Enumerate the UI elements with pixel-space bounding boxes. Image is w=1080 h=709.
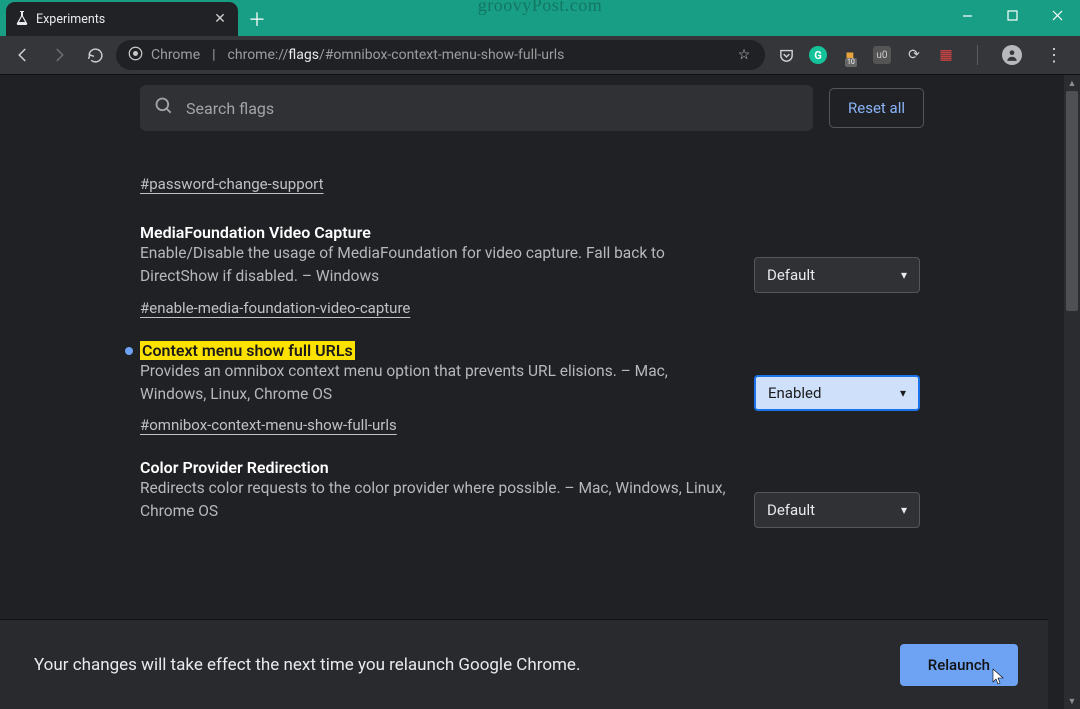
flag-title: Context menu show full URLs bbox=[140, 341, 355, 360]
flag-control-area: Default ▾ bbox=[754, 458, 924, 528]
select-value: Default bbox=[767, 501, 815, 519]
page-content: ▲ ▼ Reset all #password-change-support Me… bbox=[0, 75, 1080, 709]
mouse-cursor-icon bbox=[992, 668, 1006, 690]
flag-description: Enable/Disable the usage of MediaFoundat… bbox=[140, 242, 734, 289]
flags-list: #password-change-support MediaFoundation … bbox=[0, 141, 1064, 648]
flag-title: MediaFoundation Video Capture bbox=[140, 223, 371, 242]
minimize-button[interactable] bbox=[945, 0, 990, 30]
flag-state-select[interactable]: Default ▾ bbox=[754, 492, 920, 528]
browser-menu-button[interactable]: ⋮ bbox=[1042, 45, 1066, 66]
changed-indicator-icon bbox=[125, 347, 133, 355]
search-icon bbox=[154, 96, 174, 120]
flag-description-area: Context menu show full URLsProvides an o… bbox=[140, 341, 734, 435]
flag-description-area: Color Provider RedirectionRedirects colo… bbox=[140, 458, 734, 528]
flag-description: Redirects color requests to the color pr… bbox=[140, 477, 734, 524]
chevron-down-icon: ▾ bbox=[900, 386, 906, 400]
flag-control-area bbox=[754, 165, 924, 199]
flag-state-select[interactable]: Enabled ▾ bbox=[754, 375, 920, 411]
reset-all-button[interactable]: Reset all bbox=[829, 88, 924, 128]
back-button[interactable] bbox=[8, 40, 38, 70]
watermark-text: groovyPost.com bbox=[478, 0, 603, 16]
flask-icon bbox=[16, 10, 28, 29]
browser-toolbar: Chrome | chrome://flags/#omnibox-context… bbox=[0, 36, 1080, 75]
search-flags-input[interactable] bbox=[186, 99, 799, 118]
scrollbar-track[interactable]: ▲ ▼ bbox=[1064, 75, 1080, 709]
flag-item: Color Provider RedirectionRedirects colo… bbox=[140, 434, 924, 528]
new-tab-button[interactable]: ＋ bbox=[242, 4, 272, 34]
extensions-area: G ■10 u0 ⟳ ▦ ⋮ bbox=[771, 45, 1072, 66]
flag-state-select[interactable]: Default ▾ bbox=[754, 257, 920, 293]
relaunch-bar: Your changes will take effect the next t… bbox=[0, 619, 1048, 709]
search-flags-box[interactable] bbox=[140, 85, 813, 131]
select-value: Default bbox=[767, 266, 815, 284]
scroll-down-arrow[interactable]: ▼ bbox=[1064, 693, 1080, 709]
chevron-down-icon: ▾ bbox=[901, 268, 907, 282]
flag-description: Provides an omnibox context menu option … bbox=[140, 360, 734, 407]
relaunch-button[interactable]: Relaunch bbox=[900, 644, 1018, 686]
maximize-button[interactable] bbox=[990, 0, 1035, 30]
close-window-button[interactable] bbox=[1035, 0, 1080, 30]
window-controls bbox=[945, 0, 1080, 30]
flags-header: Reset all bbox=[0, 75, 1064, 141]
flag-item: #password-change-support bbox=[140, 141, 924, 199]
flag-description-area: #password-change-support bbox=[140, 165, 734, 199]
reload-button[interactable] bbox=[80, 40, 110, 70]
close-tab-icon[interactable]: ✕ bbox=[212, 11, 228, 27]
flag-item: MediaFoundation Video CaptureEnable/Disa… bbox=[140, 199, 924, 317]
forward-button[interactable] bbox=[44, 40, 74, 70]
toolbar-divider bbox=[977, 45, 978, 65]
flag-item: Context menu show full URLsProvides an o… bbox=[140, 317, 924, 435]
flag-hash-link[interactable]: #password-change-support bbox=[140, 175, 324, 193]
devtools-extension-icon[interactable]: ⟳ bbox=[905, 46, 923, 64]
flag-title: Color Provider Redirection bbox=[140, 458, 329, 477]
flag-control-area: Default ▾ bbox=[754, 223, 924, 317]
scrollbar-thumb[interactable] bbox=[1066, 91, 1078, 311]
browser-tab[interactable]: Experiments ✕ bbox=[6, 2, 238, 36]
flag-hash-link[interactable]: #omnibox-context-menu-show-full-urls bbox=[140, 416, 397, 434]
scroll-up-arrow[interactable]: ▲ bbox=[1064, 75, 1080, 91]
flag-hash-link[interactable]: #enable-media-foundation-video-capture bbox=[140, 299, 410, 317]
chevron-down-icon: ▾ bbox=[901, 503, 907, 517]
pocket-icon[interactable] bbox=[777, 46, 795, 64]
relaunch-message: Your changes will take effect the next t… bbox=[34, 655, 580, 675]
weather-extension-icon[interactable]: ■10 bbox=[841, 46, 859, 64]
tab-title: Experiments bbox=[36, 12, 204, 27]
select-value: Enabled bbox=[768, 384, 821, 402]
address-bar[interactable]: Chrome | chrome://flags/#omnibox-context… bbox=[116, 40, 765, 70]
extension-icon[interactable]: ▦ bbox=[937, 46, 955, 64]
ublock-icon[interactable]: u0 bbox=[873, 46, 891, 64]
chrome-scheme-icon bbox=[128, 46, 143, 65]
grammarly-icon[interactable]: G bbox=[809, 46, 827, 64]
flag-description-area: MediaFoundation Video CaptureEnable/Disa… bbox=[140, 223, 734, 317]
flag-control-area: Enabled ▾ bbox=[754, 341, 924, 435]
star-bookmark-icon[interactable]: ☆ bbox=[735, 46, 753, 64]
window-titlebar: Experiments ✕ ＋ groovyPost.com bbox=[0, 0, 1080, 36]
omnibox-scheme-label: Chrome bbox=[151, 47, 200, 63]
profile-avatar[interactable] bbox=[1002, 45, 1022, 65]
omnibox-separator: | bbox=[208, 47, 219, 63]
